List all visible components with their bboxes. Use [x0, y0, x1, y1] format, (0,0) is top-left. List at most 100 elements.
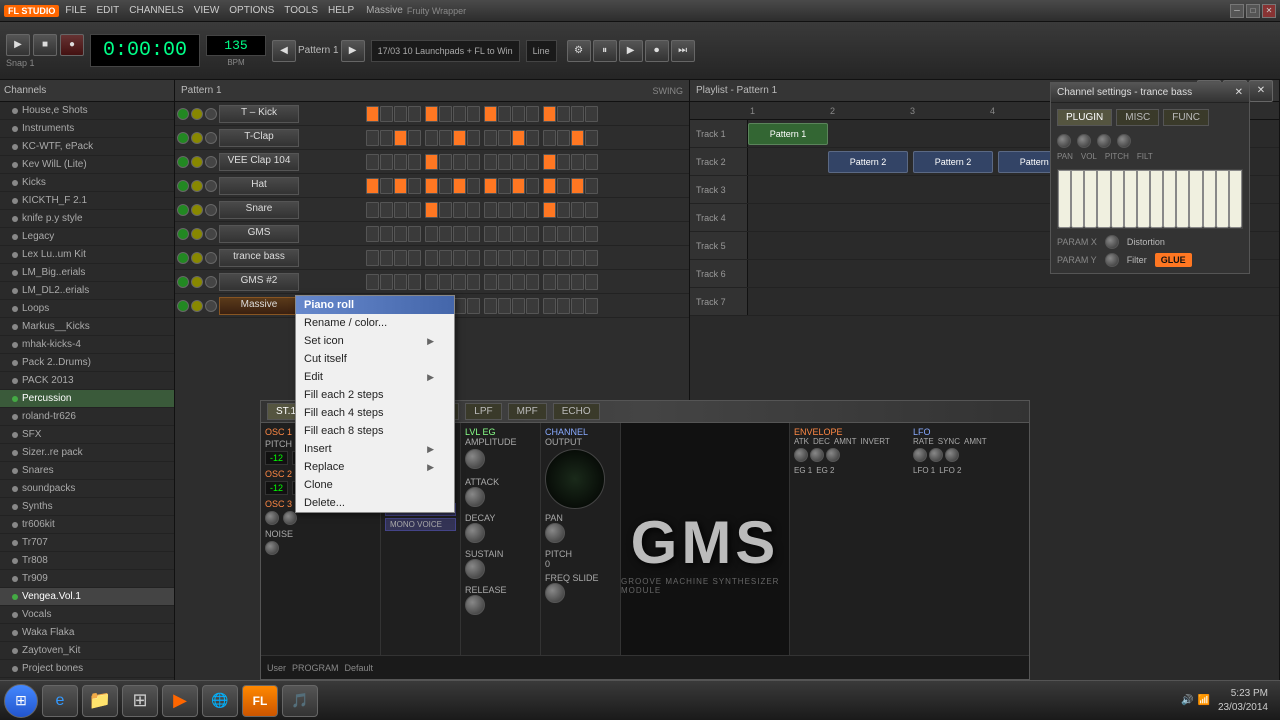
step-button[interactable] — [512, 274, 525, 290]
step-button[interactable] — [366, 250, 379, 266]
step-button[interactable] — [380, 226, 393, 242]
pattern-block[interactable]: Pattern 1 — [748, 123, 828, 145]
step-button[interactable] — [394, 106, 407, 122]
step-button[interactable] — [394, 274, 407, 290]
step-button[interactable] — [498, 298, 511, 314]
step-button[interactable] — [557, 106, 570, 122]
channel-name-button[interactable]: T-Clap — [219, 129, 299, 147]
step-button[interactable] — [408, 226, 421, 242]
step-button[interactable] — [484, 178, 497, 194]
step-button[interactable] — [571, 202, 584, 218]
channel-name-button[interactable]: Hat — [219, 177, 299, 195]
step-button[interactable] — [526, 154, 539, 170]
step-button[interactable] — [557, 298, 570, 314]
channel-list-item[interactable]: Loops — [0, 300, 174, 318]
step-button[interactable] — [366, 226, 379, 242]
step-button[interactable] — [543, 130, 556, 146]
track-content[interactable] — [748, 288, 1279, 315]
context-menu-item[interactable]: Fill each 4 steps — [296, 404, 454, 422]
step-button[interactable] — [467, 178, 480, 194]
step-button[interactable] — [512, 154, 525, 170]
step-button[interactable] — [408, 106, 421, 122]
channel-name-button[interactable]: Snare — [219, 201, 299, 219]
toolbar-icon-2[interactable]: ⏸ — [593, 40, 617, 62]
step-button[interactable] — [366, 130, 379, 146]
step-button[interactable] — [408, 274, 421, 290]
pattern-block[interactable]: Pattern 2 — [828, 151, 908, 173]
channel-list-item[interactable]: Kicks — [0, 174, 174, 192]
step-button[interactable] — [526, 202, 539, 218]
step-button[interactable] — [439, 250, 452, 266]
maximize-button[interactable]: □ — [1246, 4, 1260, 18]
start-button[interactable]: ⊞ — [4, 684, 38, 718]
step-button[interactable] — [543, 154, 556, 170]
channel-list-item[interactable]: Pack 2..Drums) — [0, 354, 174, 372]
seq-btn-green[interactable] — [177, 204, 189, 216]
step-button[interactable] — [484, 274, 497, 290]
channel-list-item[interactable]: KICKTH_F 2.1 — [0, 192, 174, 210]
attack-knob[interactable] — [465, 487, 485, 507]
step-button[interactable] — [394, 154, 407, 170]
step-button[interactable] — [557, 178, 570, 194]
channel-list-item[interactable]: PACK 2013 — [0, 372, 174, 390]
synth-tab-lpf[interactable]: LPF — [465, 403, 501, 420]
context-menu-item[interactable]: Fill each 8 steps — [296, 422, 454, 440]
mix-knob[interactable] — [265, 511, 279, 525]
step-button[interactable] — [439, 106, 452, 122]
seq-btn-yellow[interactable] — [191, 300, 203, 312]
menu-view[interactable]: VIEW — [194, 5, 220, 16]
noise-knob[interactable] — [265, 541, 279, 555]
step-button[interactable] — [453, 226, 466, 242]
step-button[interactable] — [484, 226, 497, 242]
seq-btn-yellow[interactable] — [191, 180, 203, 192]
pan-knob[interactable] — [545, 523, 565, 543]
step-button[interactable] — [571, 130, 584, 146]
channel-list-item[interactable]: Waka Flaka — [0, 624, 174, 642]
toolbar-icon-5[interactable]: ⏭ — [671, 40, 695, 62]
channel-list-item[interactable]: House,e Shots — [0, 102, 174, 120]
step-button[interactable] — [408, 178, 421, 194]
seq-btn-gray[interactable] — [205, 300, 217, 312]
menu-help[interactable]: HELP — [328, 5, 354, 16]
step-button[interactable] — [543, 178, 556, 194]
step-button[interactable] — [498, 274, 511, 290]
step-button[interactable] — [571, 106, 584, 122]
glue-button[interactable]: GLUE — [1155, 253, 1192, 267]
record-button[interactable]: ● — [60, 34, 84, 56]
context-menu-item[interactable]: Insert▶ — [296, 440, 454, 458]
pattern-prev[interactable]: ◀ — [272, 40, 296, 62]
step-button[interactable] — [512, 130, 525, 146]
menu-channels[interactable]: CHANNELS — [129, 5, 183, 16]
channel-list-item[interactable]: soundpacks — [0, 480, 174, 498]
step-button[interactable] — [425, 106, 438, 122]
toolbar-icon-3[interactable]: ▶ — [619, 40, 643, 62]
channel-list-item[interactable]: Vocals — [0, 606, 174, 624]
amplitude-knob[interactable] — [465, 449, 485, 469]
channel-list-item[interactable]: Sizer..re pack — [0, 444, 174, 462]
step-button[interactable] — [571, 298, 584, 314]
context-menu-item[interactable]: Clone — [296, 476, 454, 494]
channel-list-item[interactable]: roland-tr626 — [0, 408, 174, 426]
channel-list-item[interactable]: Lex Lu..um Kit — [0, 246, 174, 264]
step-button[interactable] — [484, 298, 497, 314]
seq-btn-yellow[interactable] — [191, 228, 203, 240]
channel-list-item[interactable]: knife p.y style — [0, 210, 174, 228]
close-button[interactable]: ✕ — [1262, 4, 1276, 18]
step-button[interactable] — [512, 106, 525, 122]
channel-list-item[interactable]: Legacy — [0, 228, 174, 246]
step-button[interactable] — [453, 130, 466, 146]
mini-piano[interactable] — [1057, 169, 1243, 229]
step-button[interactable] — [543, 298, 556, 314]
explorer-button[interactable]: 📁 — [82, 685, 118, 717]
step-button[interactable] — [425, 130, 438, 146]
step-button[interactable] — [498, 202, 511, 218]
step-button[interactable] — [467, 226, 480, 242]
step-button[interactable] — [439, 178, 452, 194]
step-button[interactable] — [557, 226, 570, 242]
channel-name-button[interactable]: VEE Clap 104 — [219, 153, 299, 171]
step-button[interactable] — [453, 250, 466, 266]
step-button[interactable] — [439, 202, 452, 218]
step-button[interactable] — [439, 130, 452, 146]
context-menu-item[interactable]: Set icon▶ — [296, 332, 454, 350]
lfo-sync-knob[interactable] — [929, 448, 943, 462]
